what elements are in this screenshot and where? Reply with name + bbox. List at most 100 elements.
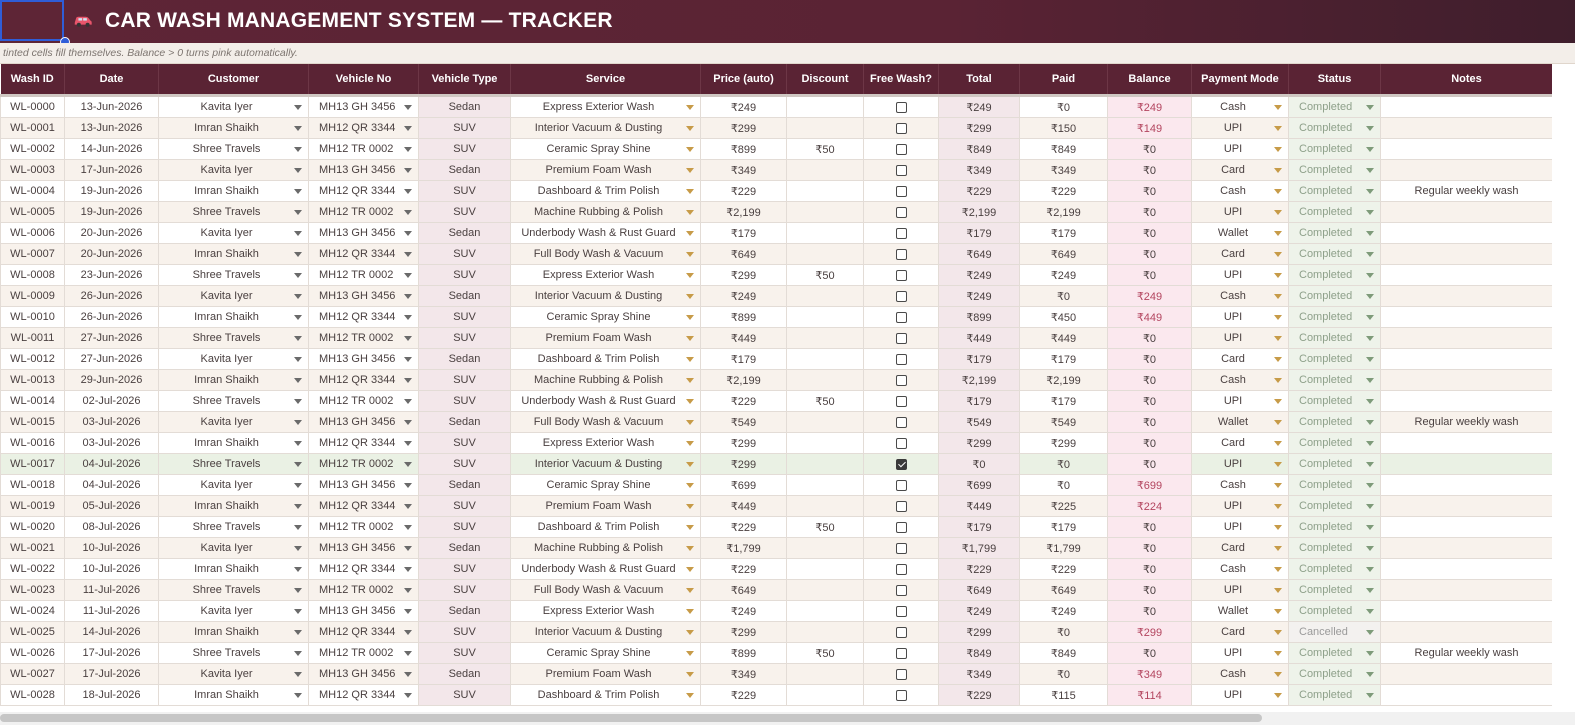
cell-notes[interactable] [1380, 579, 1553, 601]
cell-customer-dropdown[interactable]: Kavita Iyer [158, 663, 309, 685]
cell-balance[interactable]: ₹299 [1107, 621, 1192, 643]
cell-free-wash[interactable] [863, 642, 939, 664]
cell-discount[interactable] [786, 621, 864, 643]
cell-vehicle-dropdown[interactable]: MH13 GH 3456 [308, 285, 419, 307]
cell-customer-dropdown[interactable]: Imran Shaikh [158, 684, 309, 706]
cell-date[interactable]: 13-Jun-2026 [64, 95, 159, 118]
cell-free-wash[interactable] [863, 222, 939, 244]
cell-balance[interactable]: ₹0 [1107, 537, 1192, 559]
cell-status-dropdown[interactable]: Completed [1288, 348, 1381, 370]
chevron-down-icon[interactable] [686, 693, 694, 698]
cell-total[interactable]: ₹649 [938, 579, 1020, 601]
cell-free-wash[interactable] [863, 95, 939, 118]
cell-wash-id[interactable]: WL-0028 [0, 684, 65, 706]
cell-payment-mode-dropdown[interactable]: Cash [1191, 474, 1289, 496]
cell-paid[interactable]: ₹0 [1019, 95, 1108, 118]
cell-balance[interactable]: ₹0 [1107, 369, 1192, 391]
chevron-down-icon[interactable] [1274, 126, 1282, 131]
chevron-down-icon[interactable] [1366, 630, 1374, 635]
cell-paid[interactable]: ₹849 [1019, 138, 1108, 160]
cell-status-dropdown[interactable]: Completed [1288, 663, 1381, 685]
chevron-down-icon[interactable] [1274, 567, 1282, 572]
cell-payment-mode-dropdown[interactable]: Card [1191, 348, 1289, 370]
chevron-down-icon[interactable] [1366, 567, 1374, 572]
cell-paid[interactable]: ₹179 [1019, 222, 1108, 244]
cell-discount[interactable] [786, 600, 864, 622]
cell-notes[interactable] [1380, 432, 1553, 454]
chevron-down-icon[interactable] [1274, 504, 1282, 509]
cell-wash-id[interactable]: WL-0025 [0, 621, 65, 643]
chevron-down-icon[interactable] [1366, 273, 1374, 278]
selected-cell[interactable] [0, 0, 64, 41]
cell-service-dropdown[interactable]: Ceramic Spray Shine [510, 474, 701, 496]
cell-payment-mode-dropdown[interactable]: UPI [1191, 138, 1289, 160]
chevron-down-icon[interactable] [404, 294, 412, 299]
cell-vehicle-dropdown[interactable]: MH13 GH 3456 [308, 474, 419, 496]
cell-paid[interactable]: ₹179 [1019, 348, 1108, 370]
chevron-down-icon[interactable] [1274, 672, 1282, 677]
chevron-down-icon[interactable] [1274, 273, 1282, 278]
cell-wash-id[interactable]: WL-0019 [0, 495, 65, 517]
cell-wash-id[interactable]: WL-0022 [0, 558, 65, 580]
cell-service-dropdown[interactable]: Interior Vacuum & Dusting [510, 117, 701, 139]
chevron-down-icon[interactable] [686, 420, 694, 425]
cell-customer-dropdown[interactable]: Imran Shaikh [158, 558, 309, 580]
cell-vehicle-type[interactable]: Sedan [418, 663, 511, 685]
cell-vehicle-dropdown[interactable]: MH12 QR 3344 [308, 117, 419, 139]
cell-service-dropdown[interactable]: Full Body Wash & Vacuum [510, 579, 701, 601]
cell-wash-id[interactable]: WL-0001 [0, 117, 65, 139]
cell-notes[interactable] [1380, 495, 1553, 517]
cell-balance[interactable]: ₹0 [1107, 453, 1192, 475]
cell-price[interactable]: ₹179 [700, 222, 787, 244]
cell-status-dropdown[interactable]: Completed [1288, 411, 1381, 433]
chevron-down-icon[interactable] [686, 231, 694, 236]
cell-vehicle-dropdown[interactable]: MH13 GH 3456 [308, 411, 419, 433]
chevron-down-icon[interactable] [1274, 588, 1282, 593]
cell-service-dropdown[interactable]: Machine Rubbing & Polish [510, 537, 701, 559]
cell-price[interactable]: ₹299 [700, 432, 787, 454]
cell-paid[interactable]: ₹249 [1019, 600, 1108, 622]
cell-date[interactable]: 13-Jun-2026 [64, 117, 159, 139]
chevron-down-icon[interactable] [1274, 609, 1282, 614]
free-wash-checkbox[interactable] [895, 626, 907, 638]
cell-notes[interactable] [1380, 453, 1553, 475]
chevron-down-icon[interactable] [404, 609, 412, 614]
cell-wash-id[interactable]: WL-0024 [0, 600, 65, 622]
cell-service-dropdown[interactable]: Premium Foam Wash [510, 663, 701, 685]
cell-vehicle-type[interactable]: Sedan [418, 348, 511, 370]
cell-notes[interactable] [1380, 306, 1553, 328]
cell-notes[interactable] [1380, 684, 1553, 706]
cell-date[interactable]: 19-Jun-2026 [64, 180, 159, 202]
chevron-down-icon[interactable] [294, 567, 302, 572]
chevron-down-icon[interactable] [294, 210, 302, 215]
cell-discount[interactable] [786, 159, 864, 181]
chevron-down-icon[interactable] [294, 336, 302, 341]
cell-total[interactable]: ₹229 [938, 558, 1020, 580]
cell-price[interactable]: ₹699 [700, 474, 787, 496]
cell-payment-mode-dropdown[interactable]: Card [1191, 243, 1289, 265]
cell-vehicle-dropdown[interactable]: MH12 QR 3344 [308, 621, 419, 643]
cell-paid[interactable]: ₹229 [1019, 558, 1108, 580]
chevron-down-icon[interactable] [294, 378, 302, 383]
cell-paid[interactable]: ₹229 [1019, 180, 1108, 202]
chevron-down-icon[interactable] [1366, 147, 1374, 152]
chevron-down-icon[interactable] [294, 189, 302, 194]
cell-price[interactable]: ₹229 [700, 390, 787, 412]
cell-vehicle-dropdown[interactable]: MH12 QR 3344 [308, 369, 419, 391]
cell-date[interactable]: 17-Jul-2026 [64, 663, 159, 685]
cell-wash-id[interactable]: WL-0018 [0, 474, 65, 496]
cell-date[interactable]: 03-Jul-2026 [64, 411, 159, 433]
cell-status-dropdown[interactable]: Completed [1288, 306, 1381, 328]
cell-vehicle-type[interactable]: Sedan [418, 411, 511, 433]
cell-balance[interactable]: ₹0 [1107, 159, 1192, 181]
chevron-down-icon[interactable] [1366, 105, 1374, 110]
cell-payment-mode-dropdown[interactable]: UPI [1191, 579, 1289, 601]
cell-status-dropdown[interactable]: Completed [1288, 159, 1381, 181]
cell-free-wash[interactable] [863, 600, 939, 622]
cell-free-wash[interactable] [863, 390, 939, 412]
cell-free-wash[interactable] [863, 369, 939, 391]
cell-date[interactable]: 19-Jun-2026 [64, 201, 159, 223]
cell-free-wash[interactable] [863, 201, 939, 223]
chevron-down-icon[interactable] [1274, 252, 1282, 257]
chevron-down-icon[interactable] [294, 462, 302, 467]
